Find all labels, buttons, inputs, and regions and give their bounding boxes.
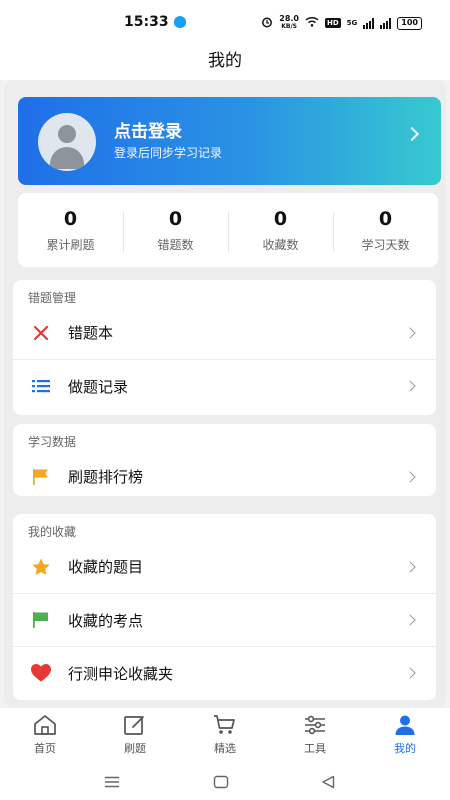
tab-mine[interactable]: 我的 — [360, 708, 450, 764]
battery-level: 100 — [397, 16, 422, 30]
stat-value: 0 — [168, 207, 183, 230]
stat-value: 0 — [378, 207, 393, 230]
status-time: 15:33 — [124, 14, 169, 30]
title-bar: 我的 — [0, 44, 450, 80]
network-speed: 28.0 KB/S — [279, 15, 299, 31]
hd-badge: HD — [325, 18, 341, 28]
tab-label: 我的 — [394, 742, 416, 755]
tab-label: 首页 — [34, 742, 56, 755]
bottom-tab-bar: 首页 刷题 精选 工具 我的 — [0, 708, 450, 764]
signal-icon — [363, 17, 375, 29]
menu-item-favorite-questions[interactable]: 收藏的题目 — [13, 540, 436, 593]
chevron-right-icon — [404, 614, 416, 626]
chevron-right-icon — [404, 560, 416, 573]
menu-item-mistake-book[interactable]: 错题本 — [13, 306, 436, 359]
x-icon — [30, 322, 52, 344]
sliders-icon — [303, 713, 327, 737]
tab-home[interactable]: 首页 — [0, 708, 90, 764]
status-bar: 15:33 28.0 KB/S HD 5G 100 — [0, 0, 450, 44]
net-speed-value: 28.0 — [279, 14, 299, 23]
login-card[interactable]: 点击登录 登录后同步学习记录 — [18, 97, 441, 185]
section-title: 错题管理 — [28, 291, 77, 305]
stats-card: 0 累计刷题 0 错题数 0 收藏数 0 学习天数 — [18, 193, 438, 267]
stat-favorites[interactable]: 0 收藏数 — [228, 208, 333, 253]
tab-tools[interactable]: 工具 — [270, 708, 360, 764]
chevron-right-icon — [404, 126, 420, 142]
stat-label: 学习天数 — [361, 237, 410, 252]
system-nav-bar — [0, 764, 450, 800]
network-type: 5G — [346, 19, 358, 27]
user-icon — [393, 713, 417, 737]
menu-item-leaderboard[interactable]: 刷题排行榜 — [13, 450, 436, 503]
back-nav-icon[interactable] — [308, 764, 348, 800]
status-indicators: 28.0 KB/S HD 5G 100 — [261, 15, 422, 31]
wifi-icon — [305, 16, 319, 30]
menu-item-label: 收藏的考点 — [68, 611, 144, 630]
list-icon — [30, 375, 52, 397]
alarm-icon — [261, 16, 273, 31]
home-nav-icon[interactable] — [201, 764, 241, 800]
chevron-right-icon — [404, 326, 416, 339]
stat-total-questions[interactable]: 0 累计刷题 — [18, 208, 123, 253]
heart-icon — [30, 662, 52, 684]
green-flag-icon — [30, 609, 52, 631]
menu-item-favorite-folder[interactable]: 行测申论收藏夹 — [13, 646, 436, 699]
tab-label: 刷题 — [124, 742, 146, 755]
section-title: 我的收藏 — [28, 525, 77, 539]
section-favorites: 我的收藏 收藏的题目 收藏的考点 行测申论收藏夹 — [13, 514, 436, 700]
menu-item-favorite-points[interactable]: 收藏的考点 — [13, 593, 436, 646]
section-mistakes: 错题管理 错题本 做题记录 — [13, 280, 436, 415]
avatar — [38, 113, 96, 171]
chevron-right-icon — [404, 470, 416, 483]
menu-item-label: 错题本 — [68, 324, 114, 342]
stat-study-days[interactable]: 0 学习天数 — [333, 208, 438, 253]
menu-item-label: 刷题排行榜 — [68, 468, 144, 486]
star-icon — [30, 556, 52, 578]
tab-featured[interactable]: 精选 — [180, 708, 270, 764]
avatar-body — [50, 147, 84, 169]
tab-practice[interactable]: 刷题 — [90, 708, 180, 764]
cart-icon — [213, 713, 237, 737]
stat-label: 累计刷题 — [46, 237, 95, 252]
stat-value: 0 — [63, 207, 78, 230]
menu-item-label: 收藏的题目 — [68, 558, 144, 576]
avatar-head — [58, 125, 76, 143]
stat-label: 错题数 — [157, 237, 194, 252]
menu-item-label: 行测申论收藏夹 — [68, 664, 174, 683]
signal-icon-2 — [380, 17, 392, 29]
chevron-right-icon — [404, 380, 416, 392]
qq-notification-icon — [174, 16, 186, 28]
chevron-right-icon — [404, 667, 416, 679]
tab-label: 精选 — [214, 742, 236, 755]
tab-label: 工具 — [304, 742, 326, 755]
menu-item-label: 做题记录 — [68, 377, 129, 396]
section-title: 学习数据 — [28, 435, 77, 449]
menu-item-practice-records[interactable]: 做题记录 — [13, 359, 436, 412]
stat-mistakes[interactable]: 0 错题数 — [123, 208, 228, 253]
home-icon — [33, 713, 57, 737]
menu-nav-icon[interactable] — [92, 764, 132, 800]
flag-icon — [30, 466, 52, 488]
login-subtitle: 登录后同步学习记录 — [114, 146, 223, 160]
stat-value: 0 — [273, 207, 288, 230]
stat-label: 收藏数 — [262, 237, 299, 252]
edit-icon — [123, 713, 147, 737]
login-title: 点击登录 — [114, 122, 182, 142]
net-speed-unit: KB/S — [281, 23, 297, 30]
page-title: 我的 — [208, 51, 242, 71]
section-study-data: 学习数据 刷题排行榜 — [13, 424, 436, 496]
